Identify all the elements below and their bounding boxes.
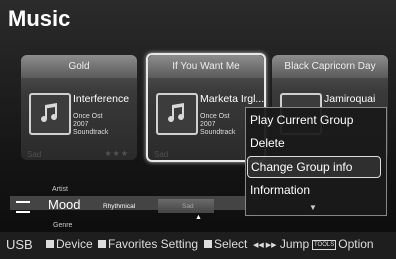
option-label: Option [338, 237, 374, 251]
track-meta: Once Ost 2007 Soundtrack [73, 113, 108, 137]
device-hint[interactable]: Device [46, 237, 93, 251]
red-button-icon [46, 240, 54, 248]
up-arrow-icon: ▲ [195, 214, 202, 221]
album-genre: Soundtrack [200, 129, 236, 136]
album-name: Once Ost [73, 113, 103, 120]
sort-option-rhythmical[interactable]: Rhythmical [103, 203, 135, 210]
mood-tag: Sad [154, 150, 169, 159]
scroll-down-icon[interactable]: ▼ [309, 203, 317, 212]
music-note-icon [41, 103, 58, 123]
card-header: If You Want Me [148, 55, 264, 78]
track-title: Marketa Irgl... [200, 93, 265, 105]
select-hint[interactable]: Select [204, 237, 247, 251]
sort-option-sad[interactable]: Sad [182, 203, 194, 210]
tools-menu: Play Current Group Delete Change Group i… [245, 107, 387, 216]
album-thumbnail [156, 93, 198, 135]
jump-hint[interactable]: ◀◀ ▶▶ Jump [253, 237, 309, 251]
mood-tag: Sad [27, 150, 42, 159]
menu-item-information[interactable]: Information [250, 183, 310, 197]
jump-label: Jump [279, 237, 310, 251]
card-header: Gold [21, 55, 137, 78]
menu-item-play-current-group[interactable]: Play Current Group [250, 113, 353, 127]
album-thumbnail [29, 93, 71, 135]
sort-icon [16, 201, 30, 213]
music-note-icon [168, 103, 185, 123]
media-play-screen: Music Gold Interference Once Ost 2007 So… [0, 0, 396, 259]
favorites-hint[interactable]: Favorites Setting [98, 237, 198, 251]
menu-item-delete[interactable]: Delete [250, 136, 285, 150]
green-button-icon [98, 240, 106, 248]
sort-category-below[interactable]: Genre [53, 222, 72, 229]
source-label: USB [6, 237, 33, 252]
track-title: Interference [73, 93, 130, 105]
music-card-gold[interactable]: Gold Interference Once Ost 2007 Soundtra… [21, 55, 137, 160]
tools-button-icon: TOOLS [312, 240, 337, 250]
option-hint[interactable]: TOOLS Option [312, 237, 374, 251]
sort-category-above[interactable]: Artist [52, 186, 68, 193]
album-name: Once Ost [200, 113, 230, 120]
select-label: Select [214, 237, 248, 251]
device-label: Device [56, 237, 93, 251]
sort-category-current[interactable]: Mood [48, 197, 81, 212]
card-header: Black Capricorn Day [272, 55, 388, 78]
album-year: 2007 [200, 121, 216, 128]
track-meta: Once Ost 2007 Soundtrack [200, 113, 235, 137]
page-title: Music [8, 6, 71, 31]
yellow-button-icon [204, 240, 212, 248]
jump-arrows-icon: ◀◀ ▶▶ [253, 242, 277, 249]
album-genre: Soundtrack [73, 129, 109, 136]
menu-item-change-group-info[interactable]: Change Group info [247, 156, 381, 178]
rating-stars: ★★★ [104, 149, 129, 158]
track-title: Jamiroquai [324, 93, 376, 105]
album-year: 2007 [73, 121, 89, 128]
favorites-label: Favorites Setting [108, 237, 199, 251]
